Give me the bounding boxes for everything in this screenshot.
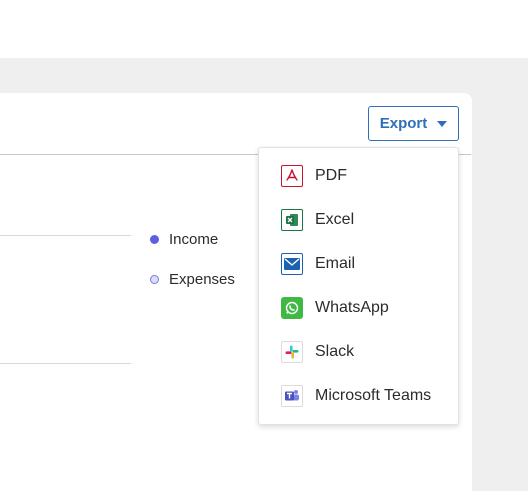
legend-label: Expenses [169,270,235,288]
menu-item-label: PDF [315,167,347,184]
email-icon [281,253,303,275]
export-button-label: Export [379,115,428,132]
menu-item-slack[interactable]: Slack [259,332,458,372]
export-button[interactable]: Export [368,106,459,141]
menu-item-label: Email [315,255,356,272]
top-bar [0,0,528,58]
excel-icon [281,209,303,231]
menu-item-whatsapp[interactable]: WhatsApp [259,288,458,328]
legend-item-income: Income [150,229,218,249]
microsoft-teams-icon [281,385,303,407]
menu-item-label: Slack [315,343,355,360]
menu-item-label: WhatsApp [315,299,389,316]
menu-item-excel[interactable]: Excel [259,200,458,240]
legend-label: Income [169,230,219,248]
menu-item-label: Excel [315,211,355,228]
legend-dot-expenses [150,274,159,284]
legend-dot-income [150,234,159,244]
menu-item-microsoft-teams[interactable]: Microsoft Teams [259,376,458,416]
chart-gridline [0,363,131,364]
menu-item-pdf[interactable]: PDF [259,156,458,196]
pdf-icon [281,165,303,187]
menu-item-label: Microsoft Teams [315,387,432,404]
legend-item-expenses: Expenses [150,269,235,289]
chart-gridline [0,235,131,236]
export-menu: PDF Excel Email WhatsApp Slack Microsoft… [258,147,459,425]
whatsapp-icon [281,297,303,319]
menu-item-email[interactable]: Email [259,244,458,284]
slack-icon [281,341,303,363]
chevron-down-icon [437,120,448,127]
